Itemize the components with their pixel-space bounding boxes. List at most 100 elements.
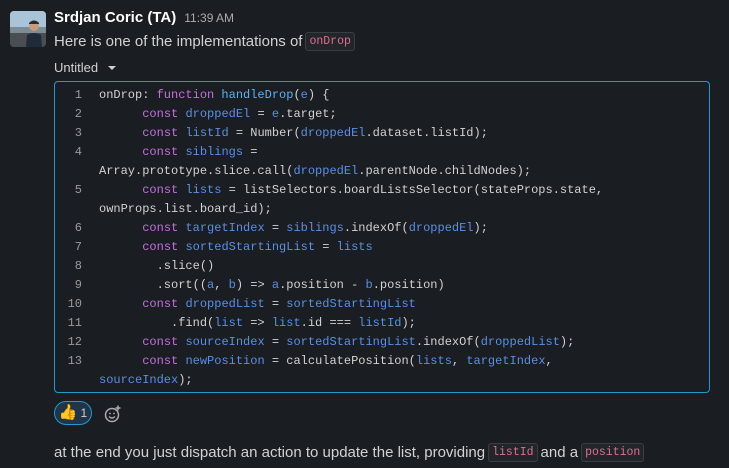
followup-message-text: at the end you just dispatch an action t… — [54, 442, 647, 462]
code-token: ); — [178, 373, 193, 387]
line-number: 11 — [67, 316, 82, 330]
code-token: = calculatePosition( — [264, 354, 416, 368]
avatar[interactable] — [10, 11, 46, 47]
code-text: .find(list => list.id === listId); — [99, 314, 416, 333]
code-line: 9 .sort((a, b) => a.position - b.positio… — [55, 276, 709, 295]
code-token: .position) — [372, 278, 445, 292]
code-text: const targetIndex = siblings.indexOf(dro… — [99, 219, 488, 238]
code-token: sourceIndex — [185, 335, 265, 349]
code-token: targetIndex — [466, 354, 546, 368]
code-token: const — [142, 221, 179, 235]
reaction-thumbs-up[interactable]: 👍 1 — [54, 401, 92, 425]
code-token: = — [250, 107, 272, 121]
code-token: sortedStartingList — [286, 297, 416, 311]
code-token: droppedList — [480, 335, 560, 349]
followup-text-1: at the end you just dispatch an action t… — [54, 443, 486, 461]
code-text: const newPosition = calculatePosition(li… — [99, 352, 553, 371]
code-token: newPosition — [185, 354, 265, 368]
code-line: 10 const droppedList = sortedStartingLis… — [55, 295, 709, 314]
code-token: list — [271, 316, 301, 330]
snippet-title[interactable]: Untitled — [54, 58, 117, 76]
code-line: 11 .find(list => list.id === listId); — [55, 314, 709, 333]
line-number: 4 — [74, 145, 82, 159]
code-token: ); — [473, 221, 488, 235]
code-token: .indexOf( — [415, 335, 481, 349]
code-text: sourceIndex); — [99, 371, 193, 390]
code-token: = — [243, 145, 258, 159]
code-token: .find( — [99, 316, 215, 330]
author-name[interactable]: Srdjan Coric (TA) — [54, 9, 176, 26]
code-token: list — [214, 316, 244, 330]
code-token: listId — [358, 316, 402, 330]
code-line: sourceIndex); — [55, 371, 709, 390]
code-token: .dataset.listId); — [365, 126, 488, 140]
code-token: droppedEl — [300, 126, 366, 140]
code-line: 3 const listId = Number(droppedEl.datase… — [55, 124, 709, 143]
code-token: ownProps.list.board_id); — [99, 202, 272, 216]
code-line: 12 const sourceIndex = sortedStartingLis… — [55, 333, 709, 352]
snippet-title-label: Untitled — [54, 59, 99, 75]
add-reaction-icon[interactable] — [103, 404, 123, 424]
message-text-before: Here is one of the implementations of — [54, 32, 303, 50]
reaction-count: 1 — [80, 406, 88, 420]
code-token: const — [142, 297, 179, 311]
chevron-down-icon — [108, 66, 117, 70]
code-token: = Number( — [228, 126, 301, 140]
code-line: 13 const newPosition = calculatePosition… — [55, 352, 709, 371]
code-token: .slice() — [99, 259, 215, 273]
code-token: ( — [293, 88, 301, 102]
inline-code-ondrop: onDrop — [305, 31, 355, 51]
code-token: , — [214, 278, 229, 292]
code-line: 6 const targetIndex = siblings.indexOf(d… — [55, 219, 709, 238]
code-line: 2 const droppedEl = e.target; — [55, 105, 709, 124]
code-snippet[interactable]: 1 onDrop: function handleDrop(e) {2 const… — [54, 81, 710, 393]
message-text: Here is one of the implementations of on… — [54, 31, 358, 51]
code-token: const — [142, 354, 179, 368]
code-token: = — [315, 240, 337, 254]
code-line: Array.prototype.slice.call(droppedEl.par… — [55, 162, 709, 181]
code-token: .indexOf( — [343, 221, 409, 235]
code-token: lists — [185, 183, 222, 197]
line-number: 6 — [74, 221, 82, 235]
code-text: onDrop: function handleDrop(e) { — [99, 86, 329, 105]
code-token: a — [271, 278, 280, 292]
code-token: b — [228, 278, 236, 292]
code-token: .parentNode.childNodes); — [358, 164, 532, 178]
code-token: const — [142, 107, 179, 121]
code-token: listId — [185, 126, 229, 140]
code-token: droppedEl — [185, 107, 251, 121]
code-token: ); — [401, 316, 416, 330]
code-line: ownProps.list.board_id); — [55, 200, 709, 219]
code-token: function — [156, 88, 215, 102]
code-token: siblings — [185, 145, 244, 159]
code-token: .id === — [300, 316, 359, 330]
code-line: 7 const sortedStartingList = lists — [55, 238, 709, 257]
code-token: = — [264, 221, 287, 235]
code-text: const listId = Number(droppedEl.dataset.… — [99, 124, 488, 143]
code-line: 4 const siblings = — [55, 143, 709, 162]
line-number: 1 — [74, 88, 82, 102]
code-token: const — [142, 240, 179, 254]
code-token: = listSelectors.boardListsSelector(state… — [221, 183, 604, 197]
code-text: const sourceIndex = sortedStartingList.i… — [99, 333, 574, 352]
code-token: .sort(( — [99, 278, 208, 292]
code-token: const — [142, 183, 179, 197]
line-number: 12 — [67, 335, 82, 349]
code-token: => — [243, 316, 272, 330]
message-timestamp[interactable]: 11:39 AM — [184, 11, 234, 25]
code-line: 5 const lists = listSelectors.boardLists… — [55, 181, 709, 200]
code-token: , — [451, 354, 467, 368]
code-token: sortedStartingList — [286, 335, 416, 349]
code-text: const sortedStartingList = lists — [99, 238, 372, 257]
line-number: 5 — [74, 183, 82, 197]
code-line: 1 onDrop: function handleDrop(e) { — [55, 86, 709, 105]
code-line: 8 .slice() — [55, 257, 709, 276]
followup-text-2: and a — [540, 443, 579, 461]
